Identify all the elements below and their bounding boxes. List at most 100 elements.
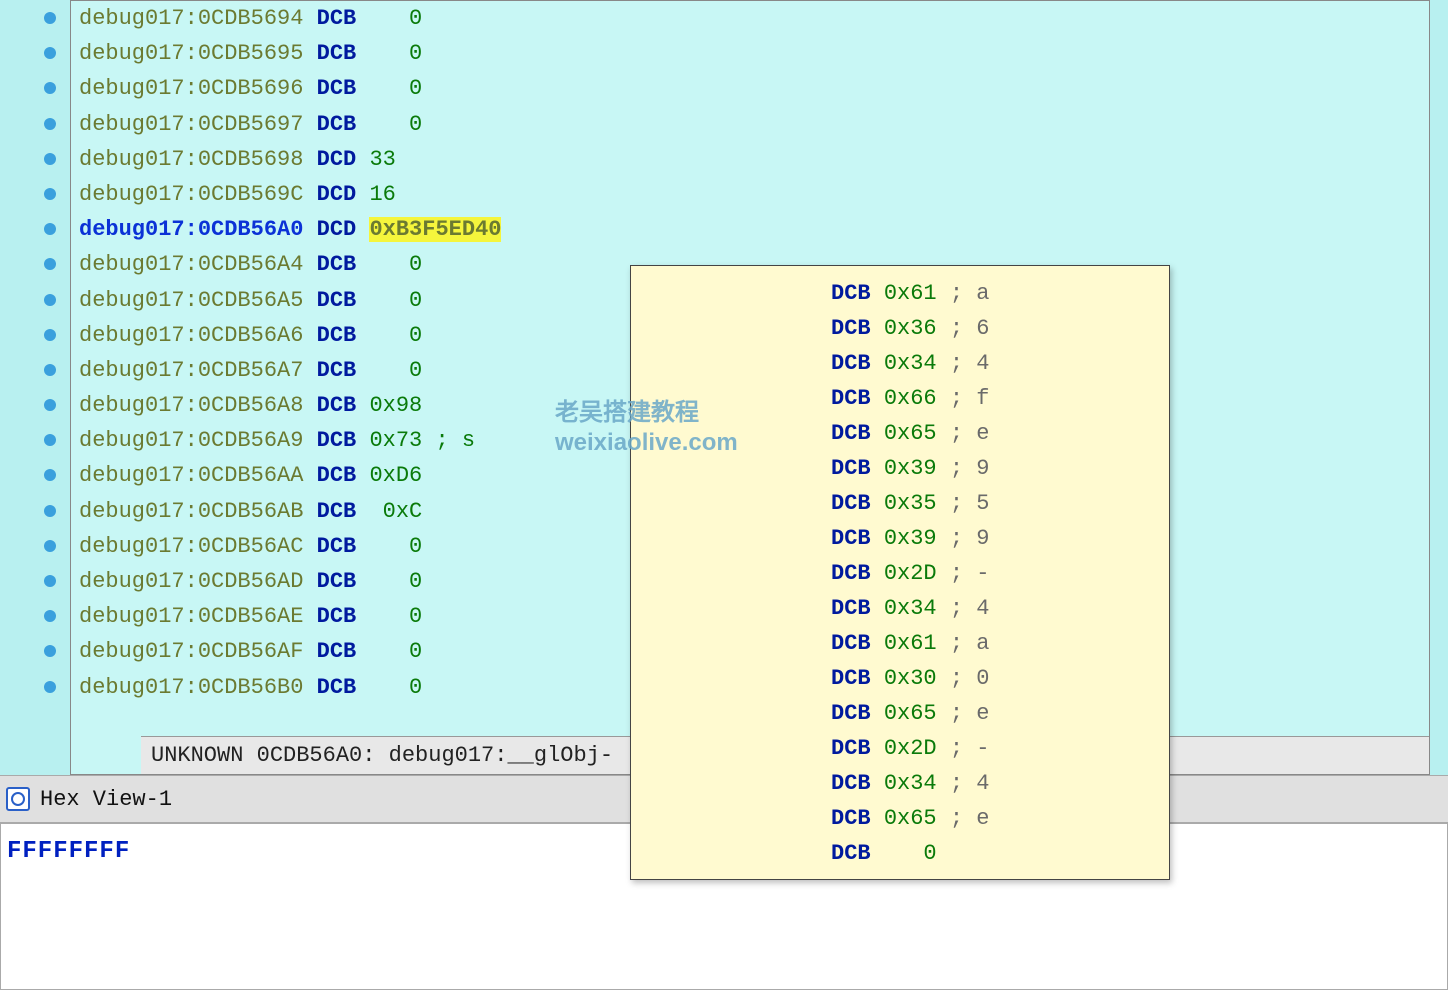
breakpoint-bullet[interactable] (44, 118, 56, 130)
mnemonic: DCB (303, 252, 369, 277)
tooltip-line: DCB 0x39 ; 9 (631, 521, 1169, 556)
segment-address: debug017:0CDB5698 (79, 147, 303, 172)
segment-address: debug017:0CDB5695 (79, 41, 303, 66)
breakpoint-bullet[interactable] (44, 434, 56, 446)
operand: 0x98 (369, 393, 422, 418)
tooltip-line: DCB 0x36 ; 6 (631, 311, 1169, 346)
breakpoint-bullet[interactable] (44, 329, 56, 341)
operand: 0 (369, 358, 422, 383)
mnemonic: DCB (303, 323, 369, 348)
mnemonic: DCB (303, 428, 369, 453)
segment-address: debug017:0CDB56A0 (79, 217, 303, 242)
disasm-line[interactable]: debug017:0CDB5696 DCB 0 (71, 71, 1429, 106)
segment-address: debug017:0CDB5697 (79, 112, 303, 137)
hint-tooltip: DCB 0x61 ; aDCB 0x36 ; 6DCB 0x34 ; 4DCB … (630, 265, 1170, 880)
segment-address: debug017:0CDB56A4 (79, 252, 303, 277)
operand: 0 (369, 639, 422, 664)
tooltip-line: DCB 0x34 ; 4 (631, 591, 1169, 626)
operand: 0 (369, 569, 422, 594)
mnemonic: DCB (303, 639, 369, 664)
segment-address: debug017:0CDB56B0 (79, 675, 303, 700)
operand: 0 (369, 76, 422, 101)
tooltip-line: DCB 0x66 ; f (631, 381, 1169, 416)
operand: 0 (369, 534, 422, 559)
breakpoint-bullet[interactable] (44, 540, 56, 552)
hex-view-icon (6, 787, 30, 811)
mnemonic: DCB (303, 534, 369, 559)
tooltip-line: DCB 0x65 ; e (631, 696, 1169, 731)
mnemonic: DCB (303, 569, 369, 594)
segment-address: debug017:0CDB56A5 (79, 288, 303, 313)
breakpoint-bullet[interactable] (44, 505, 56, 517)
breakpoint-bullet[interactable] (44, 399, 56, 411)
tooltip-line: DCB 0x61 ; a (631, 276, 1169, 311)
breakpoint-bullet[interactable] (44, 82, 56, 94)
disasm-line[interactable]: debug017:0CDB5695 DCB 0 (71, 36, 1429, 71)
operand: 0 (369, 675, 422, 700)
segment-address: debug017:0CDB56AD (79, 569, 303, 594)
tooltip-line: DCB 0x2D ; - (631, 731, 1169, 766)
mnemonic: DCB (303, 112, 369, 137)
disasm-line[interactable]: debug017:0CDB5698 DCD 33 (71, 142, 1429, 177)
breakpoint-bullet[interactable] (44, 575, 56, 587)
mnemonic: DCB (303, 499, 369, 524)
segment-address: debug017:0CDB56AA (79, 463, 303, 488)
mnemonic: DCB (303, 604, 369, 629)
tooltip-line: DCB 0x2D ; - (631, 556, 1169, 591)
breakpoint-bullet[interactable] (44, 469, 56, 481)
tooltip-line: DCB 0x34 ; 4 (631, 346, 1169, 381)
tab-hex-view[interactable]: Hex View-1 (40, 787, 172, 812)
mnemonic: DCD (303, 147, 369, 172)
tooltip-line: DCB 0x30 ; 0 (631, 661, 1169, 696)
segment-address: debug017:0CDB5694 (79, 6, 303, 31)
breakpoint-bullet[interactable] (44, 12, 56, 24)
breakpoint-bullet[interactable] (44, 47, 56, 59)
breakpoint-bullet[interactable] (44, 681, 56, 693)
tooltip-line: DCB 0x65 ; e (631, 416, 1169, 451)
disasm-line[interactable]: debug017:0CDB56A0 DCD 0xB3F5ED40 (71, 212, 1429, 247)
segment-address: debug017:0CDB56A7 (79, 358, 303, 383)
breakpoint-bullet[interactable] (44, 153, 56, 165)
breakpoint-bullet[interactable] (44, 188, 56, 200)
mnemonic: DCB (303, 288, 369, 313)
tooltip-line: DCB 0x65 ; e (631, 801, 1169, 836)
mnemonic: DCB (303, 76, 369, 101)
operand: 0 (369, 288, 422, 313)
disasm-line[interactable]: debug017:0CDB5697 DCB 0 (71, 107, 1429, 142)
operand: 33 (369, 147, 395, 172)
operand: 0 (369, 6, 422, 31)
operand: 0 (369, 323, 422, 348)
segment-address: debug017:0CDB56AE (79, 604, 303, 629)
disasm-line[interactable]: debug017:0CDB5694 DCB 0 (71, 1, 1429, 36)
segment-address: debug017:0CDB56A6 (79, 323, 303, 348)
mnemonic: DCB (303, 463, 369, 488)
operand: 0 (369, 112, 422, 137)
operand: 0x73 ; s (369, 428, 475, 453)
mnemonic: DCD (303, 182, 369, 207)
segment-address: debug017:0CDB56A8 (79, 393, 303, 418)
breakpoint-bullet[interactable] (44, 610, 56, 622)
breakpoint-bullet[interactable] (44, 258, 56, 270)
segment-address: debug017:0CDB5696 (79, 76, 303, 101)
breakpoint-bullet[interactable] (44, 364, 56, 376)
breakpoint-bullet[interactable] (44, 223, 56, 235)
tooltip-line: DCB 0x61 ; a (631, 626, 1169, 661)
operand: 0xC (369, 499, 422, 524)
mnemonic: DCB (303, 358, 369, 383)
tooltip-line: DCB 0x35 ; 5 (631, 486, 1169, 521)
tooltip-line: DCB 0x34 ; 4 (631, 766, 1169, 801)
segment-address: debug017:0CDB56A9 (79, 428, 303, 453)
disasm-line[interactable]: debug017:0CDB569C DCD 16 (71, 177, 1429, 212)
mnemonic: DCB (303, 41, 369, 66)
mnemonic: DCB (303, 393, 369, 418)
breakpoint-bullet[interactable] (44, 645, 56, 657)
tooltip-line: DCB 0 (631, 836, 1169, 871)
operand: 0 (369, 41, 422, 66)
operand: 16 (369, 182, 395, 207)
segment-address: debug017:0CDB56AC (79, 534, 303, 559)
gutter (30, 0, 70, 693)
breakpoint-bullet[interactable] (44, 294, 56, 306)
operand: 0xB3F5ED40 (369, 217, 501, 242)
mnemonic: DCB (303, 6, 369, 31)
segment-address: debug017:0CDB56AB (79, 499, 303, 524)
